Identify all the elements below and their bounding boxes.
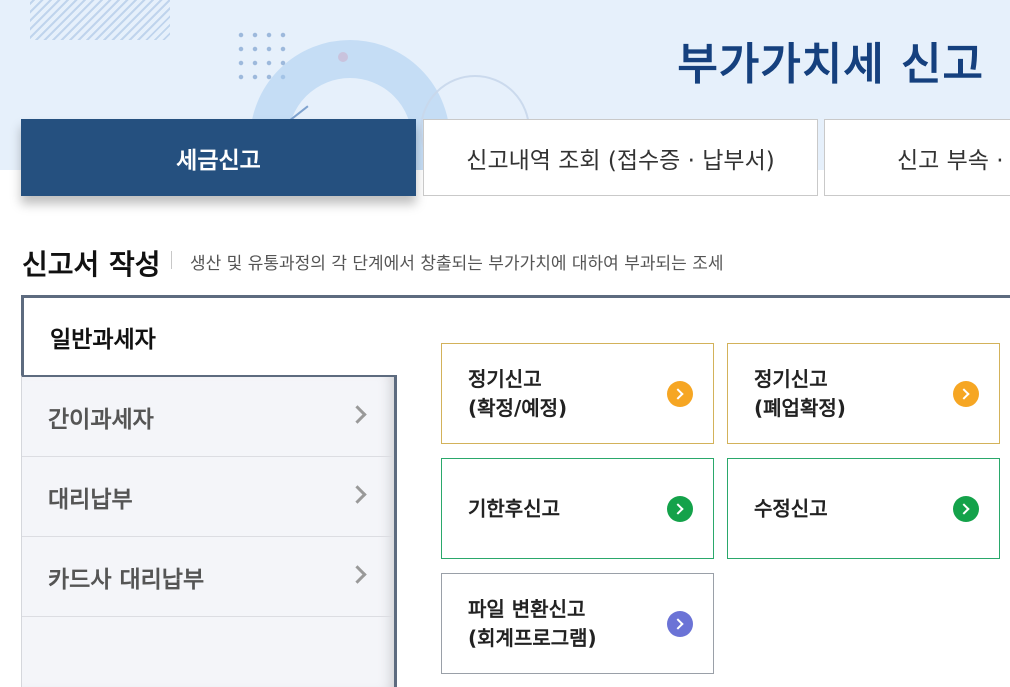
card-regular-filing-closure[interactable]: 정기신고 (폐업확정) (727, 343, 1000, 444)
chevron-right-icon (348, 485, 367, 504)
tab-label: 세금신고 (176, 147, 261, 174)
card-label: 정기신고 (확정/예정) (468, 365, 567, 423)
tab-label: 신고내역 조회 (접수증 · 납부서) (466, 147, 775, 174)
card-label-line2: (폐업확정) (754, 395, 846, 420)
decorative-stripes (30, 0, 170, 40)
tab-filing-attachments[interactable]: 신고 부속 · (824, 119, 1010, 196)
active-tab-caret (208, 195, 230, 196)
sidebar-item-simplified-taxpayer[interactable]: 간이과세자 (22, 377, 394, 457)
card-label-line1: 정기신고 (754, 366, 828, 391)
card-label: 기한후신고 (468, 494, 560, 523)
card-label-line2: (회계프로그램) (468, 625, 597, 650)
card-file-conversion-filing[interactable]: 파일 변환신고 (회계프로그램) (441, 573, 714, 674)
card-label: 정기신고 (폐업확정) (754, 365, 846, 423)
card-regular-filing-final-preliminary[interactable]: 정기신고 (확정/예정) (441, 343, 714, 444)
tab-filing-history[interactable]: 신고내역 조회 (접수증 · 납부서) (423, 119, 818, 196)
sidebar-list: 간이과세자 대리납부 카드사 대리납부 (21, 375, 397, 687)
sidebar-item-proxy-payment[interactable]: 대리납부 (22, 457, 394, 537)
section-title: 신고서 작성 (22, 248, 161, 281)
chevron-right-icon (348, 565, 367, 584)
arrow-right-circle-icon[interactable] (667, 381, 693, 407)
sidebar-item-card-company-proxy-payment[interactable]: 카드사 대리납부 (22, 537, 394, 617)
sidebar-item-general-taxpayer[interactable]: 일반과세자 (21, 298, 397, 375)
card-label-line1: 기한후신고 (468, 496, 560, 520)
divider (171, 251, 172, 269)
card-label: 파일 변환신고 (회계프로그램) (468, 595, 597, 653)
card-late-filing[interactable]: 기한후신고 (441, 458, 714, 559)
sidebar: 일반과세자 간이과세자 대리납부 카드사 대리납부 (21, 298, 397, 687)
card-amended-filing[interactable]: 수정신고 (727, 458, 1000, 559)
card-label: 수정신고 (754, 494, 828, 523)
tab-label: 신고 부속 · (897, 147, 1004, 174)
card-label-line1: 수정신고 (754, 496, 828, 520)
card-label-line1: 정기신고 (468, 366, 542, 391)
sidebar-item-label: 카드사 대리납부 (48, 566, 205, 593)
arrow-right-circle-icon[interactable] (667, 611, 693, 637)
sidebar-item-label: 간이과세자 (48, 406, 154, 433)
page-title: 부가가치세 신고 (677, 39, 984, 90)
card-label-line2: (확정/예정) (468, 395, 568, 420)
chevron-right-icon (348, 405, 367, 424)
card-label-line1: 파일 변환신고 (468, 596, 586, 621)
sidebar-item-label: 일반과세자 (50, 326, 156, 353)
arrow-right-circle-icon[interactable] (953, 496, 979, 522)
sidebar-item-label: 대리납부 (48, 486, 133, 513)
tab-tax-filing[interactable]: 세금신고 (21, 119, 416, 196)
arrow-right-circle-icon[interactable] (953, 381, 979, 407)
section-description: 생산 및 유통과정의 각 단계에서 창출되는 부가가치에 대하여 부과되는 조세 (190, 254, 724, 274)
arrow-right-circle-icon[interactable] (667, 496, 693, 522)
